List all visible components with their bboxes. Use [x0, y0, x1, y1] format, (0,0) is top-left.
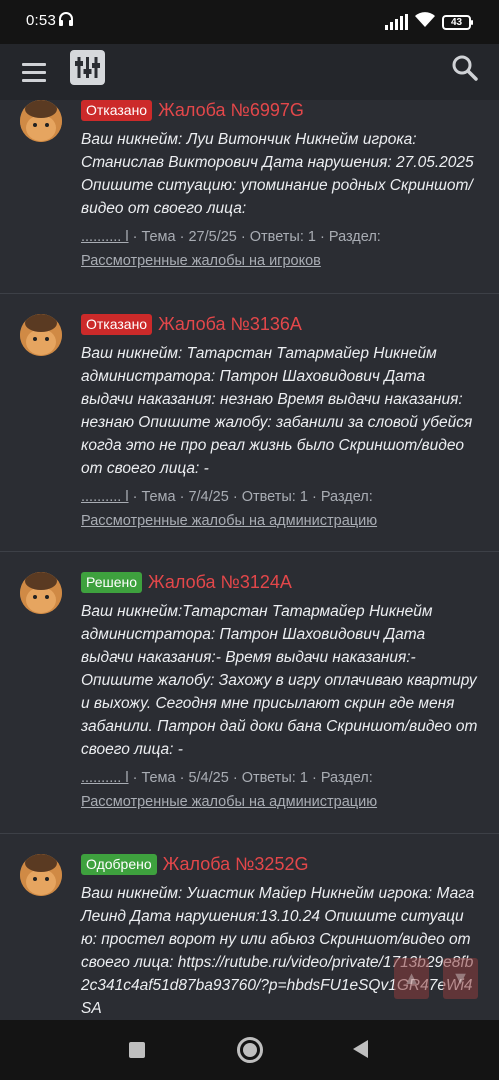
thread-item[interactable]: Отказано Жалоба №3136A Ваш никнейм: Тата… — [0, 294, 499, 552]
thread-type: Тема — [141, 229, 176, 245]
section-link[interactable]: Рассмотренные жалобы на администрацию — [81, 513, 377, 529]
thread-meta: .......... l · Тема · 5/4/25 · Ответы: 1… — [81, 770, 378, 810]
back-triangle-icon[interactable] — [353, 1040, 368, 1058]
thread-replies: Ответы: 1 — [249, 229, 316, 245]
system-nav-bar — [0, 1020, 499, 1080]
thread-replies: Ответы: 1 — [241, 489, 308, 505]
status-badge: Одобрено — [81, 853, 157, 875]
author-link[interactable]: .......... l — [81, 770, 129, 786]
home-circle-icon[interactable] — [237, 1037, 263, 1063]
wifi-icon — [414, 11, 436, 33]
avatar[interactable] — [20, 314, 62, 356]
avatar[interactable] — [20, 100, 62, 142]
hamburger-menu-icon[interactable] — [22, 58, 52, 86]
recents-square-icon[interactable] — [129, 1042, 145, 1058]
battery-icon: 43 — [442, 14, 473, 30]
avatar[interactable] — [20, 572, 62, 614]
thread-snippet[interactable]: Ваш никнейм: Татарстан Татармайер Никней… — [81, 342, 479, 480]
thread-snippet[interactable]: Ваш никнейм:Татарстан Татармайер Никнейм… — [81, 600, 479, 761]
scroll-up-button[interactable]: ▲ — [394, 958, 429, 999]
thread-type: Тема — [141, 770, 176, 786]
headset-icon — [58, 11, 74, 32]
thread-list[interactable]: Отказано Жалоба №6997G Ваш никнейм: Луи … — [0, 100, 499, 1020]
status-badge: Отказано — [81, 313, 153, 335]
avatar[interactable] — [20, 854, 62, 896]
section-link[interactable]: Рассмотренные жалобы на игроков — [81, 253, 321, 269]
section-label: Раздел: — [320, 770, 373, 786]
scroll-down-button[interactable]: ▼ — [443, 958, 478, 999]
arrow-up-icon: ▲ — [402, 968, 421, 988]
signal-icon — [385, 14, 408, 30]
filter-sliders-icon[interactable] — [70, 50, 105, 85]
thread-replies: Ответы: 1 — [241, 770, 308, 786]
battery-level: 43 — [450, 16, 463, 28]
thread-snippet[interactable]: Ваш никнейм: Луи Витончик Никнейм игрока… — [81, 128, 479, 220]
section-label: Раздел: — [320, 489, 373, 505]
thread-item[interactable]: Решено Жалоба №3124A Ваш никнейм:Татарст… — [0, 552, 499, 834]
thread-item[interactable]: Отказано Жалоба №6997G Ваш никнейм: Луи … — [0, 100, 499, 294]
status-icons: 43 — [385, 11, 473, 33]
thread-type: Тема — [141, 489, 176, 505]
author-link[interactable]: .......... l — [81, 229, 129, 245]
author-link[interactable]: .......... l — [81, 489, 129, 505]
section-link[interactable]: Рассмотренные жалобы на администрацию — [81, 794, 377, 810]
thread-title[interactable]: Жалоба №3124A — [148, 572, 292, 593]
arrow-down-icon: ▼ — [451, 968, 470, 988]
status-badge: Решено — [81, 571, 143, 593]
thread-date: 5/4/25 — [188, 770, 229, 786]
status-time: 0:53 — [26, 12, 56, 29]
app-bar — [0, 44, 499, 100]
thread-title[interactable]: Жалоба №6997G — [158, 100, 304, 121]
thread-snippet[interactable]: Ваш никнейм: Ушастик Майер Никнейм игрок… — [81, 882, 479, 1020]
search-icon[interactable] — [449, 52, 481, 84]
thread-date: 27/5/25 — [188, 229, 237, 245]
thread-title[interactable]: Жалоба №3136A — [158, 314, 302, 335]
status-badge: Отказано — [81, 100, 153, 121]
thread-meta: .......... l · Тема · 27/5/25 · Ответы: … — [81, 229, 381, 269]
status-bar: 0:53 43 — [0, 0, 499, 44]
thread-date: 7/4/25 — [188, 489, 229, 505]
thread-meta: .......... l · Тема · 7/4/25 · Ответы: 1… — [81, 489, 378, 529]
section-label: Раздел: — [328, 229, 381, 245]
thread-title[interactable]: Жалоба №3252G — [163, 854, 309, 875]
